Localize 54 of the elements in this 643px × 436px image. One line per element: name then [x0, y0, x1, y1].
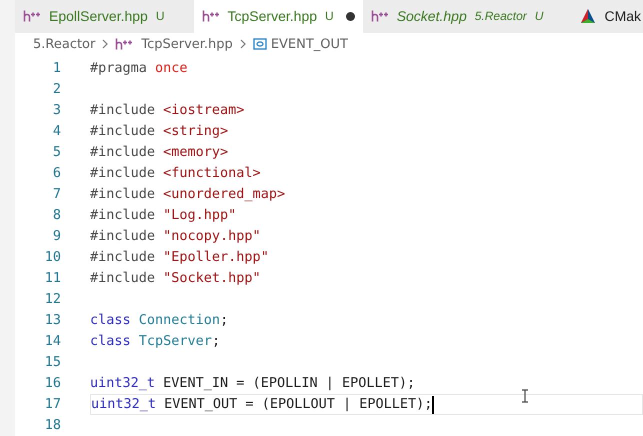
- code-line: class Connection;: [90, 311, 228, 330]
- code-line: #include <iostream>: [90, 101, 244, 120]
- line-number: 2: [52, 80, 61, 100]
- code-line: #pragma once: [90, 59, 188, 78]
- git-status: U: [325, 8, 334, 26]
- code-line: #include "Epoller.hpp": [90, 248, 269, 268]
- code-line: #include <unordered_map>: [90, 185, 286, 204]
- line-number: 3: [52, 101, 61, 120]
- code-line: #include <string>: [90, 122, 228, 142]
- triangle-logo-icon: [580, 8, 596, 24]
- line-number: 13: [44, 311, 61, 330]
- line-number: 9: [52, 227, 61, 246]
- chevron-icon: [101, 39, 110, 50]
- cpp-file-icon: [202, 10, 220, 22]
- breadcrumb-item[interactable]: EVENT_OUT: [270, 34, 348, 54]
- code-line: #include "nocopy.hpp": [90, 227, 261, 246]
- line-number: 6: [52, 164, 61, 184]
- code-line: #include "Log.hpp": [90, 206, 236, 226]
- line-number: 5: [52, 143, 61, 162]
- code-line: uint32_t EVENT_OUT = (EPOLLOUT | EPOLLET);: [91, 395, 432, 414]
- line-number: 4: [52, 122, 61, 142]
- tab-label: TcpServer.hpp: [228, 6, 318, 26]
- line-number: 8: [52, 206, 61, 226]
- line-number: 16: [44, 374, 61, 394]
- tab-label: CMak: [604, 6, 642, 26]
- cpp-file-icon: [370, 10, 389, 22]
- git-status: U: [156, 8, 165, 26]
- variable-icon: [252, 38, 267, 50]
- text-cursor: [432, 396, 434, 414]
- line-number: 10: [44, 248, 61, 268]
- chevron-icon: [238, 39, 247, 50]
- breadcrumb-item[interactable]: TcpServer.hpp: [141, 34, 233, 54]
- breadcrumb-item[interactable]: 5.Reactor: [33, 34, 96, 54]
- line-number: 18: [44, 416, 61, 436]
- line-number: 15: [44, 353, 61, 372]
- code-line: class TcpServer;: [90, 332, 220, 352]
- tab-description: 5.Reactor: [474, 8, 527, 26]
- line-number: 7: [52, 185, 61, 204]
- cpp-file-icon: [115, 38, 134, 50]
- line-number: 12: [44, 290, 61, 310]
- tab-label: Socket.hpp: [396, 6, 467, 26]
- code-line: #include <memory>: [90, 143, 228, 162]
- line-number: 14: [44, 332, 61, 352]
- i-beam-cursor-icon: [521, 389, 529, 403]
- line-number: 17: [44, 395, 61, 414]
- code-line: #include <functional>: [90, 164, 261, 184]
- git-status: U: [534, 8, 544, 26]
- code-line: #include "Socket.hpp": [90, 269, 261, 288]
- editor-tab[interactable]: TcpServer.hpp U: [194, 0, 363, 33]
- line-number: 1: [52, 59, 61, 78]
- code-line: uint32_t EVENT_IN = (EPOLLIN | EPOLLET);: [90, 374, 416, 394]
- line-number: 11: [44, 269, 61, 288]
- tab-label: EpollServer.hpp: [49, 6, 148, 26]
- cpp-file-icon: [23, 10, 41, 22]
